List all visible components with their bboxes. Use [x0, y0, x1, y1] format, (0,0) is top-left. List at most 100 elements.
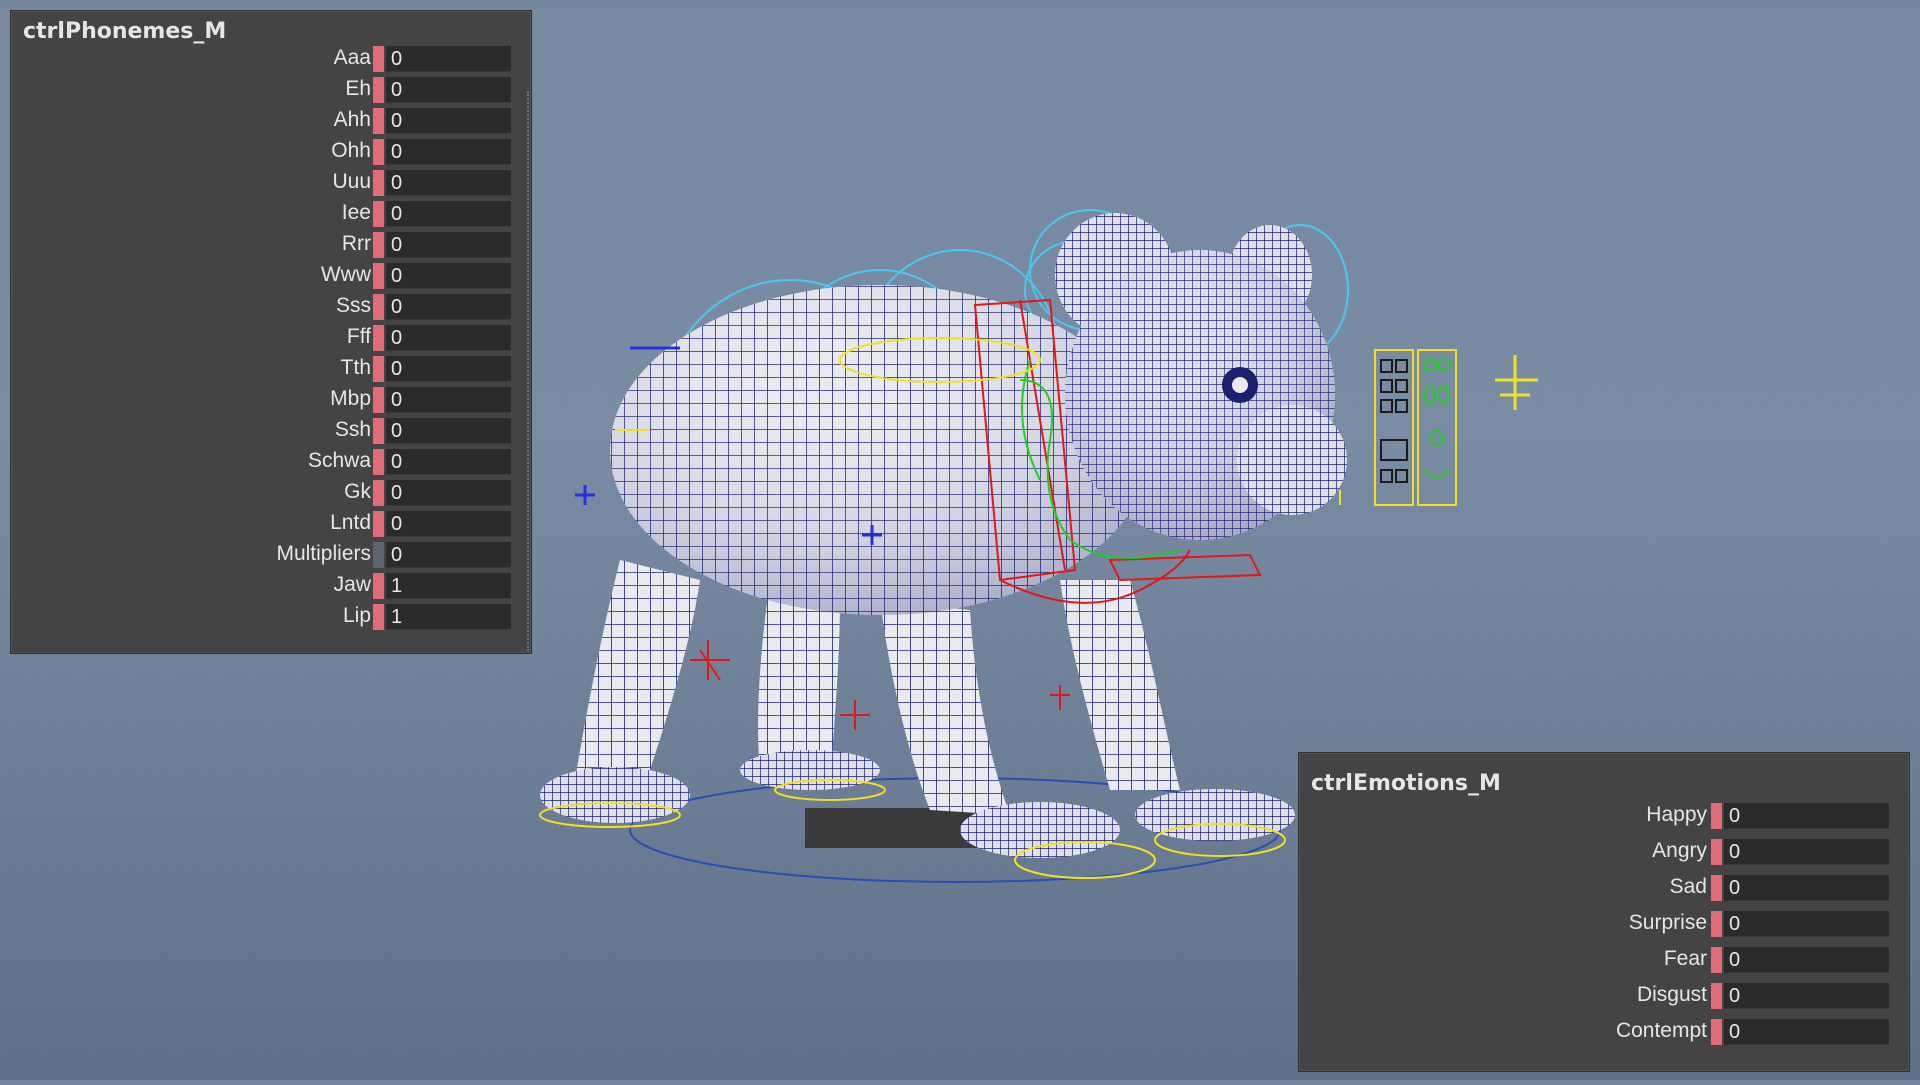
- attribute-value-field[interactable]: 0: [386, 77, 511, 103]
- keyframe-indicator: [1711, 983, 1722, 1009]
- attribute-value-field[interactable]: 0: [386, 418, 511, 444]
- attribute-row[interactable]: Rrr 0: [11, 230, 531, 258]
- attribute-value-field[interactable]: 0: [386, 201, 511, 227]
- attribute-value-field[interactable]: 0: [1724, 803, 1889, 829]
- attribute-row[interactable]: Schwa 0: [11, 447, 531, 475]
- attribute-row[interactable]: Aaa 0: [11, 44, 531, 72]
- attribute-row[interactable]: Fear 0: [1299, 945, 1909, 973]
- attribute-row[interactable]: Angry 0: [1299, 837, 1909, 865]
- attribute-row[interactable]: Uuu 0: [11, 168, 531, 196]
- keyframe-indicator: [373, 139, 384, 165]
- attribute-value-field[interactable]: 0: [1724, 1019, 1889, 1045]
- attribute-value-field[interactable]: 0: [386, 449, 511, 475]
- attribute-row[interactable]: Ssh 0: [11, 416, 531, 444]
- koala-head: [1055, 213, 1347, 540]
- attribute-label: Www: [320, 263, 371, 286]
- attribute-row[interactable]: Ahh 0: [11, 106, 531, 134]
- keyframe-indicator: [373, 418, 384, 444]
- attribute-value-field[interactable]: 1: [386, 573, 511, 599]
- attribute-row[interactable]: Eh 0: [11, 75, 531, 103]
- keyframe-indicator: [373, 263, 384, 289]
- attribute-value-field[interactable]: 0: [1724, 875, 1889, 901]
- attribute-label: Lip: [342, 604, 371, 627]
- keyframe-indicator: [373, 604, 384, 630]
- attribute-label: Multipliers: [276, 542, 371, 565]
- attribute-value-field[interactable]: 0: [386, 108, 511, 134]
- keyframe-indicator: [373, 294, 384, 320]
- attribute-label: Eh: [345, 77, 371, 100]
- keyframe-indicator: [1711, 803, 1722, 829]
- attribute-value-field[interactable]: 0: [386, 263, 511, 289]
- attribute-label: Uuu: [332, 170, 371, 193]
- keyframe-indicator: [373, 77, 384, 103]
- attribute-row[interactable]: Tth 0: [11, 354, 531, 382]
- keyframe-indicator: [373, 511, 384, 537]
- attribute-row[interactable]: Iee 0: [11, 199, 531, 227]
- attribute-label: Rrr: [341, 232, 371, 255]
- keyframe-indicator: [1711, 875, 1722, 901]
- attribute-row[interactable]: Mbp 0: [11, 385, 531, 413]
- attribute-label: Fff: [346, 325, 371, 348]
- attribute-label: Aaa: [333, 46, 371, 69]
- keyframe-indicator: [373, 46, 384, 72]
- ground-shadow: [805, 808, 985, 848]
- keyframe-indicator: [1711, 839, 1722, 865]
- attribute-row[interactable]: Happy 0: [1299, 801, 1909, 829]
- attribute-value-field[interactable]: 0: [386, 356, 511, 382]
- attribute-row[interactable]: Lip 1: [11, 602, 531, 630]
- panel-title: ctrlEmotions_M: [1311, 771, 1501, 796]
- attribute-value-field[interactable]: 0: [386, 325, 511, 351]
- attribute-value-field[interactable]: 0: [386, 480, 511, 506]
- attribute-row[interactable]: Disgust 0: [1299, 981, 1909, 1009]
- attribute-row[interactable]: Www 0: [11, 261, 531, 289]
- attribute-value-field[interactable]: 0: [386, 387, 511, 413]
- attribute-value-field[interactable]: 0: [386, 232, 511, 258]
- attribute-row[interactable]: Sss 0: [11, 292, 531, 320]
- attribute-label: Sss: [335, 294, 371, 317]
- panel-edge: [527, 91, 531, 651]
- keyframe-indicator: [373, 201, 384, 227]
- attribute-row[interactable]: Lntd 0: [11, 509, 531, 537]
- facial-control-board-icon[interactable]: [1374, 349, 1457, 506]
- panel-title: ctrlPhonemes_M: [23, 19, 227, 44]
- emotions-channel-box: ctrlEmotions_M Happy 0 Angry 0 Sad 0 Surprise 0…: [1298, 752, 1910, 1072]
- attribute-label: Happy: [1646, 803, 1707, 826]
- attribute-value-field[interactable]: 0: [386, 46, 511, 72]
- attribute-row[interactable]: Jaw 1: [11, 571, 531, 599]
- attribute-row[interactable]: Multipliers 0: [11, 540, 531, 568]
- attribute-value-field[interactable]: 0: [386, 294, 511, 320]
- attribute-row[interactable]: Surprise 0: [1299, 909, 1909, 937]
- attribute-row[interactable]: Contempt 0: [1299, 1017, 1909, 1045]
- attribute-label: Disgust: [1636, 983, 1707, 1006]
- attribute-label: Surprise: [1628, 911, 1707, 934]
- attribute-label: Tth: [340, 356, 371, 379]
- attribute-value-field[interactable]: 0: [1724, 839, 1889, 865]
- attribute-row[interactable]: Ohh 0: [11, 137, 531, 165]
- attribute-value-field[interactable]: 0: [1724, 911, 1889, 937]
- keyframe-indicator: [373, 325, 384, 351]
- attribute-value-field[interactable]: 0: [386, 170, 511, 196]
- attribute-row[interactable]: Fff 0: [11, 323, 531, 351]
- attribute-label: Jaw: [333, 573, 371, 596]
- attribute-label: Ohh: [331, 139, 371, 162]
- attribute-row[interactable]: Gk 0: [11, 478, 531, 506]
- attribute-label: Sad: [1669, 875, 1707, 898]
- locator-icon[interactable]: [1495, 355, 1538, 410]
- attribute-label: Schwa: [307, 449, 371, 472]
- keyframe-indicator: [373, 232, 384, 258]
- attribute-label: Ahh: [333, 108, 371, 131]
- attribute-label: Mbp: [330, 387, 371, 410]
- attribute-value-field[interactable]: 1: [386, 604, 511, 630]
- attribute-row[interactable]: Sad 0: [1299, 873, 1909, 901]
- attribute-label: Fear: [1663, 947, 1707, 970]
- attribute-label: Iee: [341, 201, 371, 224]
- attribute-value-field[interactable]: 0: [386, 511, 511, 537]
- keyframe-indicator: [373, 449, 384, 475]
- attribute-value-field[interactable]: 0: [1724, 983, 1889, 1009]
- attribute-value-field[interactable]: 0: [1724, 947, 1889, 973]
- keyframe-indicator: [373, 480, 384, 506]
- attribute-value-field[interactable]: 0: [386, 139, 511, 165]
- keyframe-indicator: [1711, 911, 1722, 937]
- keyframe-indicator: [373, 356, 384, 382]
- attribute-value-field[interactable]: 0: [386, 542, 511, 568]
